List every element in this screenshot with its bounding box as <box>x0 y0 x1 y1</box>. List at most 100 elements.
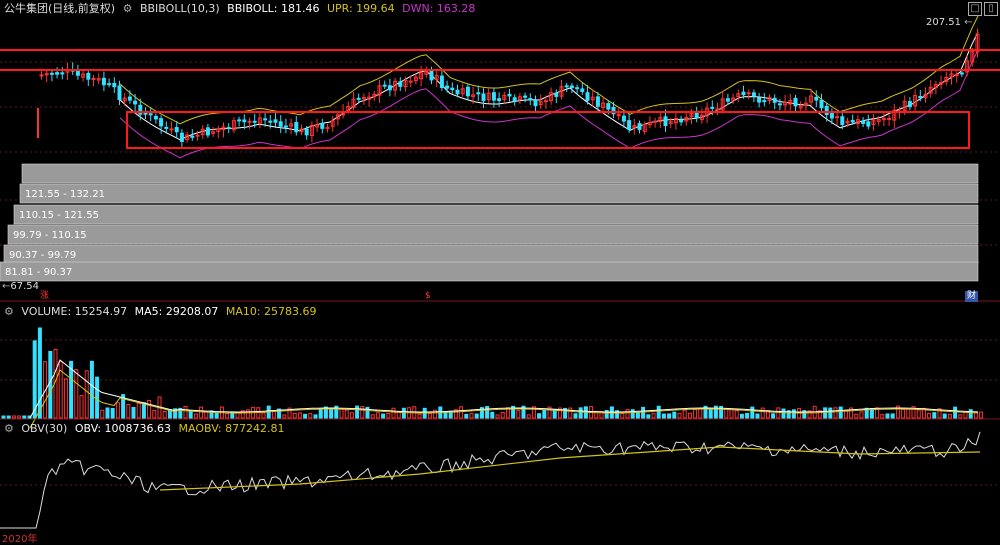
volume-bar <box>245 409 250 419</box>
volume-bar <box>641 406 646 419</box>
limit-up-marker[interactable]: 涨 <box>38 291 51 302</box>
gear-icon[interactable]: ⚙ <box>4 305 14 318</box>
volume-bar <box>968 409 973 419</box>
volume-bar <box>308 413 313 419</box>
maobv-line <box>159 446 981 491</box>
volume-bar <box>672 411 677 419</box>
gear-icon[interactable]: ⚙ <box>123 2 133 15</box>
volume-bar <box>131 407 136 419</box>
volume-bar <box>401 407 406 419</box>
volume-bar <box>677 412 682 419</box>
volume-bar <box>1 415 6 419</box>
boll-mid-line <box>119 31 979 141</box>
candle-body <box>507 93 512 97</box>
candle-body <box>164 126 169 129</box>
volume-bar <box>843 410 848 419</box>
candle-body <box>491 92 496 101</box>
candle-body <box>450 87 455 91</box>
boll-mid-value: BBIBOLL: 181.46 <box>227 2 320 15</box>
volume-bar <box>750 406 755 419</box>
candle-body <box>757 97 762 103</box>
candle-body <box>86 72 91 80</box>
candle-body <box>907 101 912 108</box>
candle-body <box>153 115 158 120</box>
gear-icon[interactable]: ⚙ <box>4 422 14 435</box>
candle-body <box>148 113 153 116</box>
volume-bar <box>292 412 297 419</box>
volume-bar <box>32 340 37 419</box>
volume-bar <box>573 413 578 419</box>
candle-body <box>840 116 845 125</box>
candle-body <box>679 119 684 123</box>
obv-lines <box>0 431 981 529</box>
volume-profile-bar <box>21 163 979 184</box>
volume-bar <box>973 412 978 419</box>
candle-body <box>637 123 642 130</box>
volume-bar <box>734 410 739 419</box>
volume-bar <box>147 399 152 419</box>
volume-bar <box>6 415 11 419</box>
x-axis-year-label: 2020年 <box>2 534 38 545</box>
volume-bar <box>355 405 360 419</box>
candle-body <box>543 100 548 103</box>
volume-profile-bar <box>13 204 979 225</box>
candle-body <box>242 119 247 123</box>
volume-bar <box>526 414 531 419</box>
high-price-marker: 207.51 ← <box>926 17 973 28</box>
volume-bar <box>682 409 687 419</box>
candle-body <box>304 128 309 136</box>
candle-body <box>627 120 632 130</box>
candle-body <box>179 132 184 142</box>
volume-bar <box>500 412 505 419</box>
stock-title[interactable]: 公牛集团(日线,前复权) <box>4 2 115 15</box>
volume-bar <box>474 413 479 419</box>
volume-bar <box>193 413 198 419</box>
candle-body <box>159 118 164 127</box>
candle-body <box>850 119 855 123</box>
volume-bar <box>854 413 859 419</box>
volume-bar <box>183 405 188 419</box>
volume-bar <box>115 402 120 419</box>
volume-bar <box>630 409 635 419</box>
volume-bar <box>651 413 656 419</box>
candle-body <box>101 77 106 86</box>
candle-body <box>55 72 60 75</box>
candle-body <box>133 100 138 105</box>
stock-chart[interactable]: 121.55 - 132.21 110.15 - 121.55 99.79 - 11… <box>0 0 1000 541</box>
volume-profile-range-label: 81.81 - 90.37 <box>5 267 72 278</box>
candle-body <box>476 92 481 95</box>
candle-body <box>580 88 585 92</box>
candle-body <box>861 120 866 124</box>
candle-body <box>127 96 132 101</box>
volume-profile-range-label: 110.15 - 121.55 <box>19 210 99 221</box>
volume-bar <box>833 407 838 419</box>
volume-bar <box>297 412 302 419</box>
volume-profile-bar <box>7 224 979 245</box>
volume-bar <box>417 413 422 419</box>
candle-body <box>959 72 964 75</box>
obv-indicator-name[interactable]: OBV(30) <box>21 422 67 435</box>
volume-bar <box>100 409 105 419</box>
volume-bar <box>838 406 843 419</box>
candle-body <box>252 120 257 123</box>
volume-bar <box>906 408 911 419</box>
indicator-name[interactable]: BBIBOLL(10,3) <box>140 2 220 15</box>
volume-bar <box>687 412 692 419</box>
volume-bar <box>485 406 490 419</box>
candle-body <box>741 91 746 96</box>
volume-bar <box>823 407 828 419</box>
restore-icon[interactable]: □ <box>968 2 982 16</box>
financial-report-marker[interactable]: 财 <box>965 291 979 302</box>
volume-bar <box>84 370 89 419</box>
boll-dwn-value: DWN: 163.28 <box>402 2 476 15</box>
candle-body <box>91 78 96 81</box>
candle-body <box>772 97 777 103</box>
low-price-marker: ←67.54 <box>2 281 40 292</box>
dividend-marker[interactable]: $ <box>423 291 433 302</box>
obv-value: OBV: 1008736.63 <box>74 422 172 435</box>
panel-toggle-icon[interactable]: ▯ <box>984 2 998 16</box>
volume-bar <box>859 411 864 419</box>
candle-body <box>528 98 533 101</box>
volume-bar <box>791 409 796 419</box>
volume-bar <box>313 414 318 419</box>
